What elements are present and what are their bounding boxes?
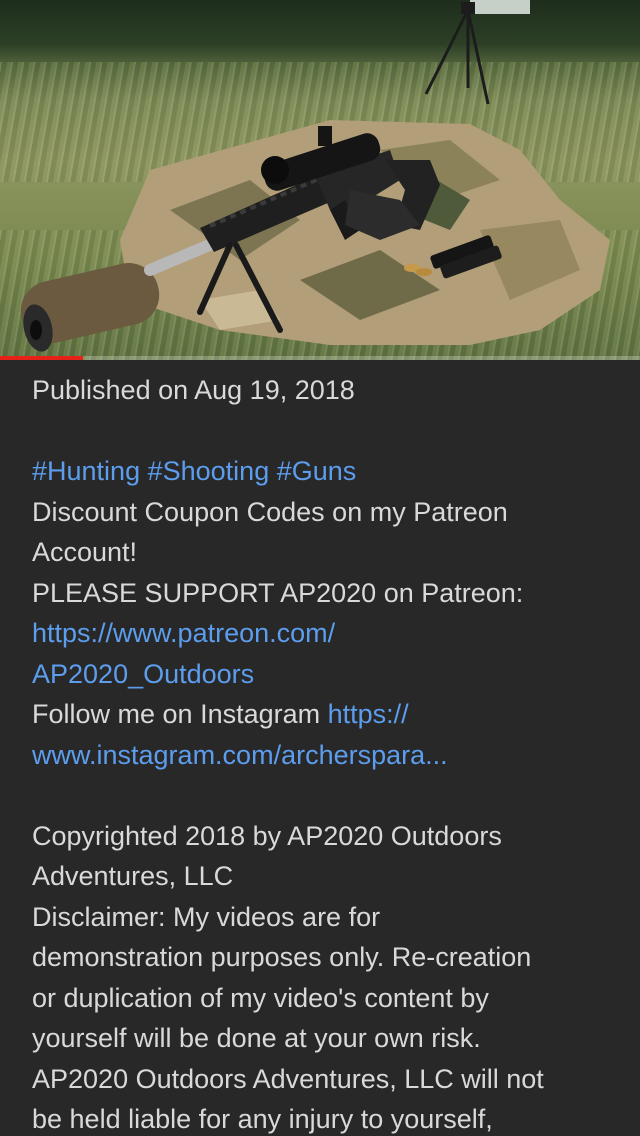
- patreon-link[interactable]: AP2020_Outdoors: [32, 659, 254, 689]
- instagram-link[interactable]: https://: [328, 699, 409, 729]
- video-frame-rifle-scene: [20, 0, 610, 352]
- patreon-link-line: https://www.patreon.com/: [32, 613, 608, 654]
- tripod-image: [424, 2, 490, 105]
- disclaimer-text: or duplication of my video's content by: [32, 982, 489, 1013]
- description-text: Follow me on Instagram: [32, 699, 321, 729]
- patreon-link[interactable]: https://www.patreon.com/: [32, 618, 335, 648]
- disclaimer-text: be held liable for any injury to yoursel…: [32, 1104, 493, 1134]
- instagram-line: Follow me on Instagram https://: [32, 694, 608, 735]
- description-text: Account!: [32, 537, 138, 567]
- instagram-link[interactable]: www.instagram.com/archerspara...: [32, 740, 448, 770]
- video-progress-played: [0, 356, 84, 360]
- video-player[interactable]: [0, 0, 640, 360]
- video-description: Published on Aug 19, 2018 #Hunting #Shoo…: [0, 360, 640, 1136]
- hashtag-row: #Hunting #Shooting #Guns: [32, 451, 608, 492]
- copyright-text: Copyrighted 2018 by AP2020 Outdoors: [32, 820, 502, 851]
- disclaimer-text: Disclaimer: My videos are for: [32, 901, 381, 932]
- instagram-link-line: www.instagram.com/archerspara...: [32, 735, 608, 776]
- description-text: PLEASE SUPPORT AP2020 on Patreon:: [32, 577, 524, 608]
- suppressor-image: [20, 263, 160, 352]
- description-text: Discount Coupon Codes on my Patreon: [32, 496, 508, 527]
- hashtag-link[interactable]: #Hunting: [32, 456, 140, 486]
- published-date: Published on Aug 19, 2018: [32, 375, 355, 405]
- patreon-link-line: AP2020_Outdoors: [32, 654, 608, 695]
- hashtag-link[interactable]: #Guns: [277, 456, 357, 486]
- disclaimer-text: demonstration purposes only. Re-creation: [32, 942, 532, 972]
- hashtag-link[interactable]: #Shooting: [148, 456, 270, 486]
- video-progress-bar[interactable]: [0, 356, 640, 360]
- copyright-text: Adventures, LLC: [32, 861, 234, 891]
- disclaimer-text: AP2020 Outdoors Adventures, LLC will not: [32, 1063, 544, 1094]
- disclaimer-text: yourself will be done at your own risk.: [32, 1023, 481, 1053]
